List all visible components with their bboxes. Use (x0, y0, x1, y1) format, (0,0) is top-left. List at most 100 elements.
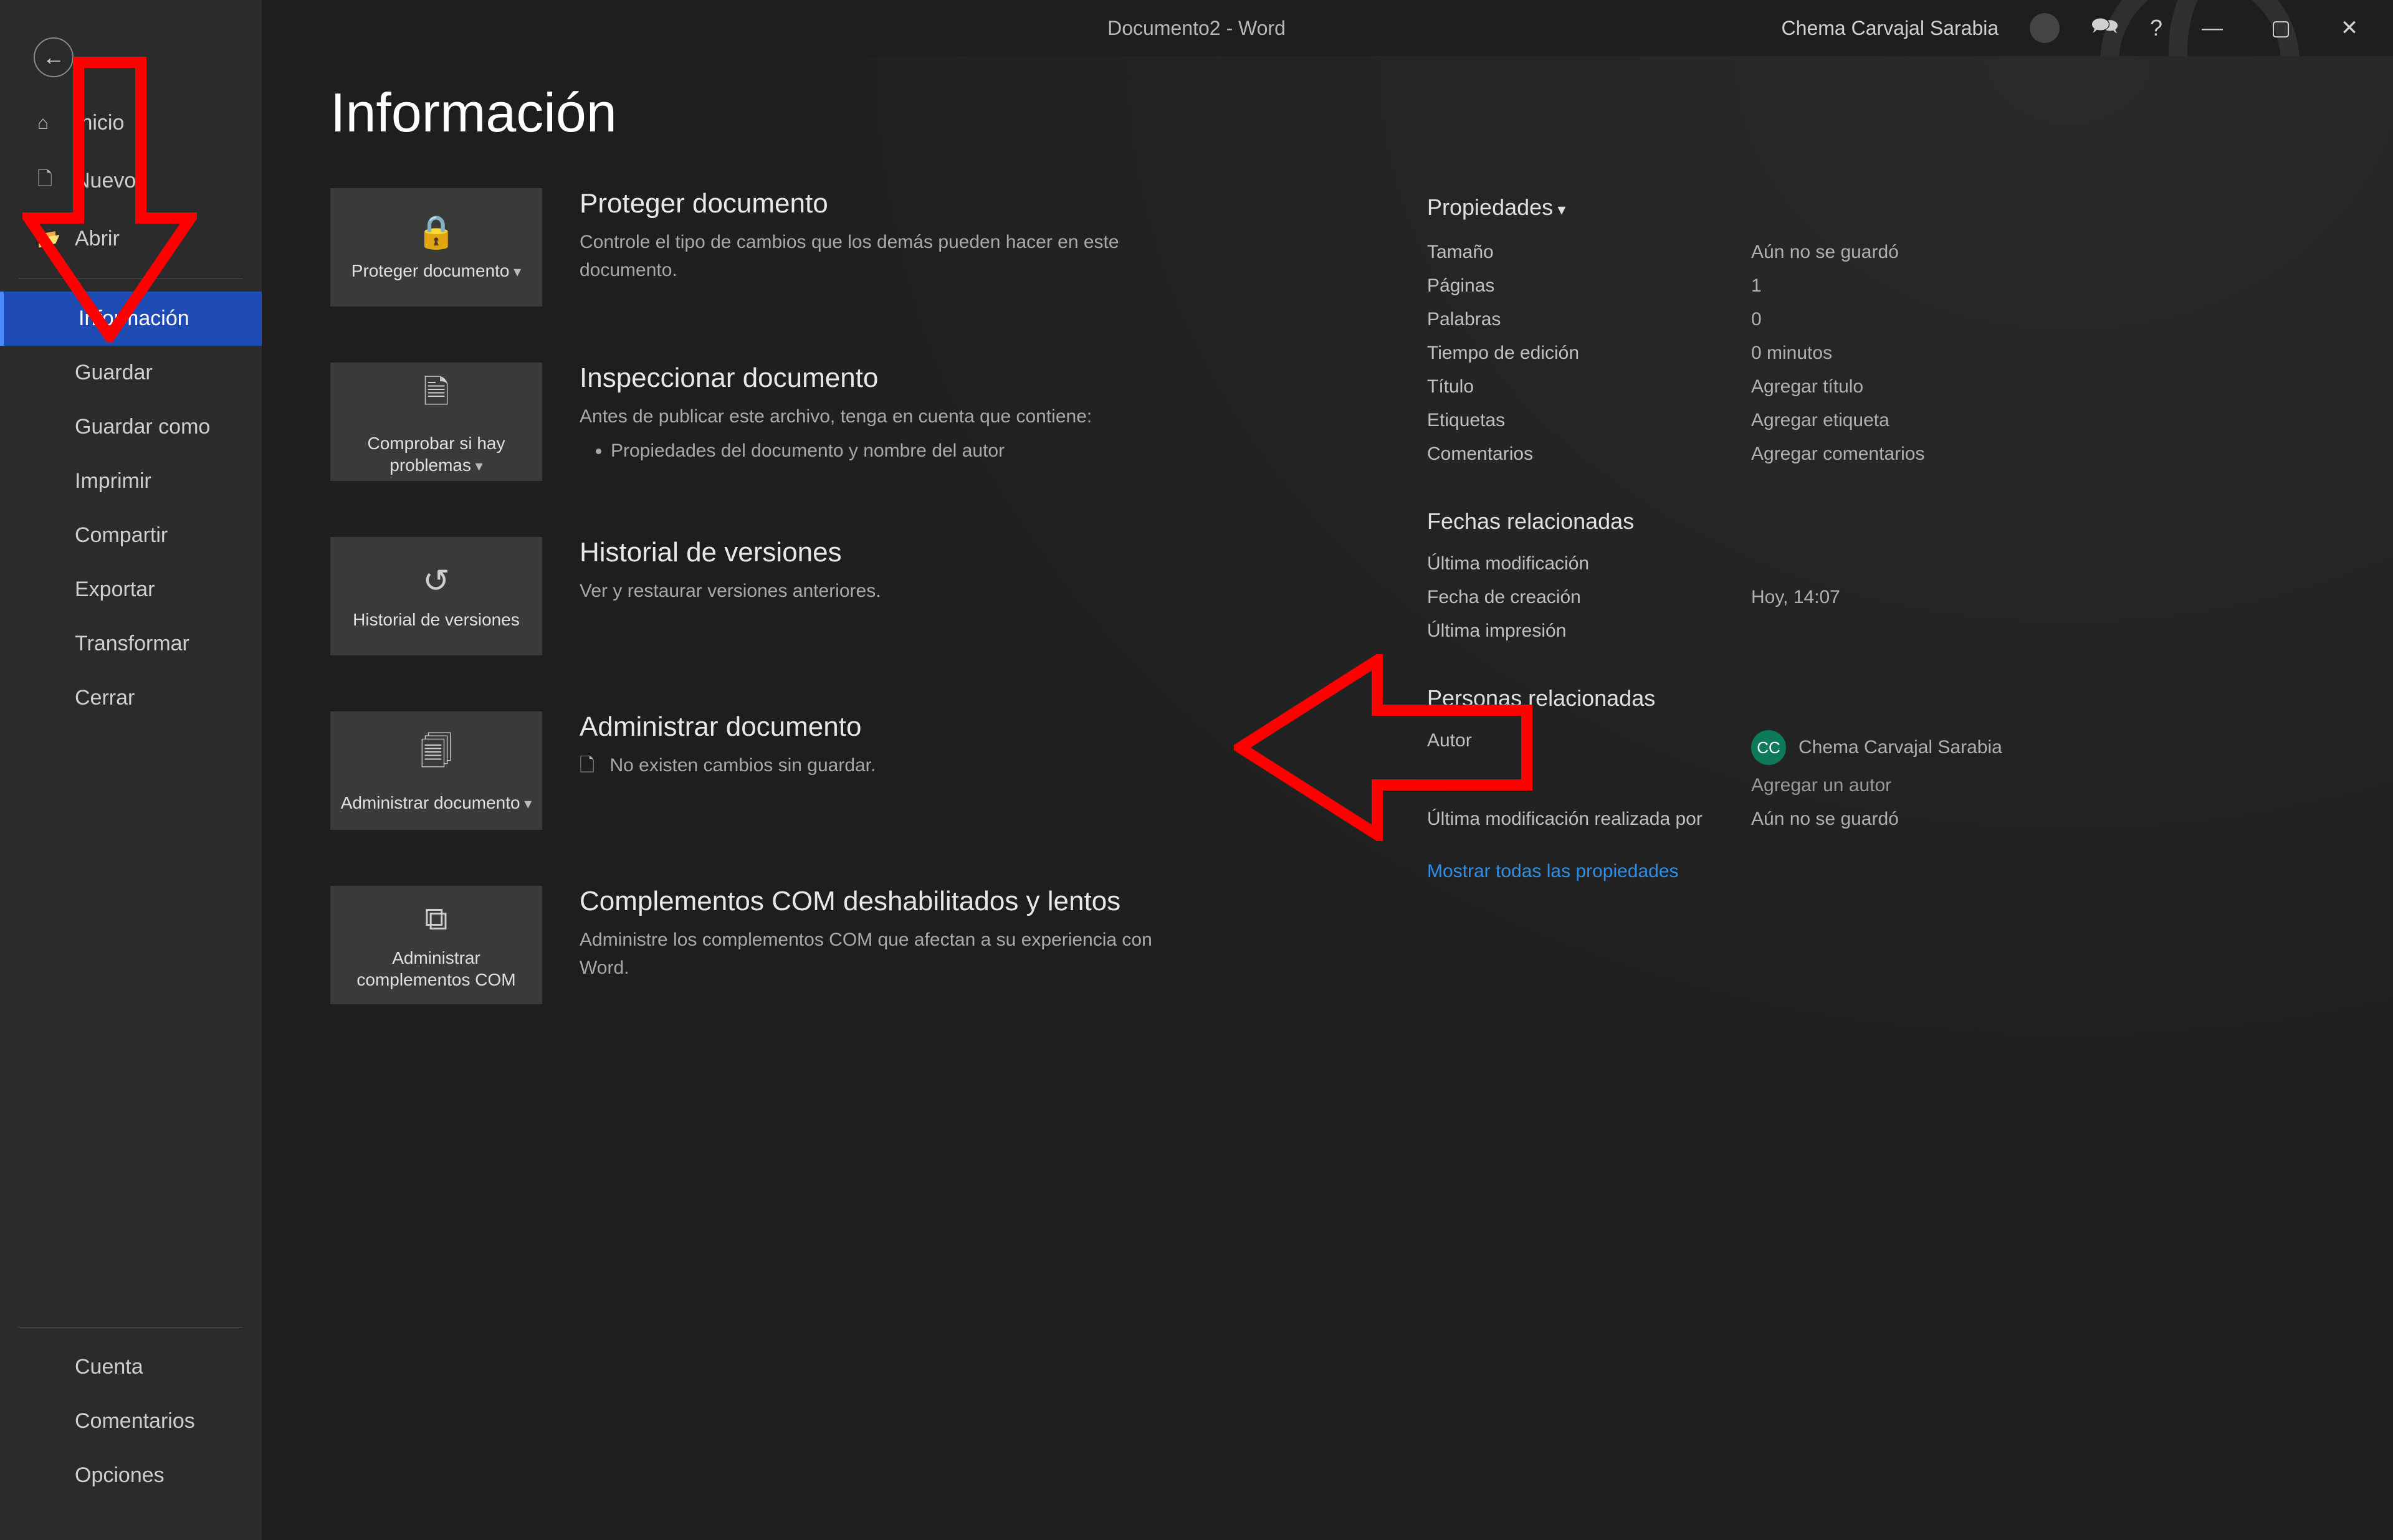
properties-pane: Propiedades TamañoAún no se guardó Págin… (1427, 188, 2343, 1060)
sidebar-item-informacion[interactable]: Información (0, 292, 262, 346)
history-icon: ↺ (423, 563, 450, 600)
sidebar-item-label: Información (79, 307, 189, 331)
document-name: Documento2 (1107, 17, 1220, 39)
sidebar-item-label: Cuenta (75, 1355, 143, 1379)
sidebar-item-label: Transformar (75, 632, 189, 656)
section-title: Inspeccionar documento (580, 363, 1092, 394)
sidebar-item-label: Exportar (75, 578, 155, 602)
home-icon: ⌂ (37, 113, 60, 134)
sidebar-item-nuevo[interactable]: 🗋 Nuevo (0, 150, 262, 212)
section-desc: Ver y restaurar versiones anteriores. (580, 577, 881, 605)
sidebar-item-compartir[interactable]: Compartir (0, 508, 262, 563)
sidebar-item-guardar[interactable]: Guardar (0, 346, 262, 400)
section-desc: Antes de publicar este archivo, tenga en… (580, 402, 1092, 465)
sidebar-item-abrir[interactable]: 📂 Abrir (0, 212, 262, 266)
section-protect: 🔒 Proteger documento Proteger documento … (330, 188, 1340, 307)
sidebar-item-label: Inicio (75, 111, 124, 135)
tile-label: Administrar complementos COM (330, 947, 542, 991)
sidebar-item-opciones[interactable]: Opciones (0, 1448, 262, 1503)
page-title: Información (330, 81, 2343, 145)
minimize-button[interactable]: — (2194, 16, 2231, 40)
sidebar-item-cerrar[interactable]: Cerrar (0, 671, 262, 725)
prop-last-mod: Última modificación (1427, 547, 2343, 581)
sidebar-item-inicio[interactable]: ⌂ Inicio (0, 96, 262, 150)
open-icon: 📂 (37, 228, 60, 250)
manage-com-addins-button[interactable]: ⧉ Administrar complementos COM (330, 886, 542, 1004)
info-panel: Información 🔒 Proteger documento Protege… (262, 56, 2393, 1540)
lock-icon: 🔒 (416, 213, 457, 251)
sidebar-item-label: Guardar como (75, 415, 210, 439)
prop-tiempo-edicion: Tiempo de edición0 minutos (1427, 336, 2343, 370)
unsaved-doc-icon: 🗋 (580, 751, 595, 779)
add-author-link[interactable]: Agregar un autor (1751, 775, 2002, 796)
help-icon[interactable]: ? (2150, 15, 2162, 41)
author-name: Chema Carvajal Sarabia (1798, 737, 2002, 758)
sidebar-divider (19, 1327, 243, 1328)
prop-etiquetas: EtiquetasAgregar etiqueta (1427, 404, 2343, 437)
prop-paginas: Páginas1 (1427, 269, 2343, 303)
prop-tamano: TamañoAún no se guardó (1427, 235, 2343, 269)
section-title: Historial de versiones (580, 537, 881, 568)
prop-author: Autor CC Chema Carvajal Sarabia Agregar … (1427, 724, 2343, 802)
maximize-button[interactable]: ▢ (2262, 16, 2300, 40)
addin-icon: ⧉ (424, 900, 447, 938)
sidebar-item-label: Guardar (75, 361, 153, 385)
back-arrow-icon: ← (42, 44, 65, 70)
sidebar-item-label: Opciones (75, 1463, 165, 1488)
section-desc: 🗋 No existen cambios sin guardar. (580, 751, 876, 779)
titlebar: Documento2 - Word Chema Carvajal Sarabia… (0, 0, 2393, 56)
section-title: Administrar documento (580, 711, 876, 743)
version-history-button[interactable]: ↺ Historial de versiones (330, 537, 542, 655)
document-icon: 🗐 (420, 728, 452, 783)
sidebar-item-label: Abrir (75, 227, 120, 251)
inspect-bullet: Propiedades del documento y nombre del a… (611, 437, 1092, 465)
account-username[interactable]: Chema Carvajal Sarabia (1782, 17, 1999, 40)
related-dates-heading: Fechas relacionadas (1427, 508, 2343, 535)
sidebar-item-label: Nuevo (75, 169, 136, 193)
manage-document-button[interactable]: 🗐 Administrar documento (330, 711, 542, 830)
feedback-icon[interactable]: 🗪 (2091, 9, 2119, 47)
close-button[interactable]: ✕ (2331, 16, 2368, 40)
section-com-addins: ⧉ Administrar complementos COM Complemen… (330, 886, 1340, 1004)
prop-last-print: Última impresión (1427, 614, 2343, 648)
prop-last-mod-by: Última modificación realizada por Aún no… (1427, 802, 2343, 836)
check-issues-button[interactable]: 🗎 Comprobar si hay problemas (330, 363, 542, 481)
sidebar-item-exportar[interactable]: Exportar (0, 563, 262, 617)
back-button[interactable]: ← (34, 37, 74, 77)
prop-comentarios: ComentariosAgregar comentarios (1427, 437, 2343, 471)
protect-document-button[interactable]: 🔒 Proteger documento (330, 188, 542, 307)
tile-label: Historial de versiones (346, 609, 526, 630)
sidebar-group-bottom: Cuenta Comentarios Opciones (0, 1314, 262, 1540)
title-separator: - (1226, 17, 1238, 39)
author-chip[interactable]: CC Chema Carvajal Sarabia (1751, 730, 2002, 765)
tile-label: Administrar documento (335, 792, 538, 814)
section-title: Proteger documento (580, 188, 1203, 219)
sidebar-item-cuenta[interactable]: Cuenta (0, 1340, 262, 1394)
tile-label: Comprobar si hay problemas (330, 432, 542, 476)
properties-heading[interactable]: Propiedades (1427, 194, 2343, 221)
sidebar-divider (19, 278, 243, 279)
account-avatar-icon[interactable] (2030, 13, 2060, 43)
new-icon: 🗋 (37, 165, 60, 197)
show-all-properties-link[interactable]: Mostrar todas las propiedades (1427, 861, 1679, 882)
sidebar-item-imprimir[interactable]: Imprimir (0, 454, 262, 508)
section-desc: Administre los complementos COM que afec… (580, 926, 1203, 982)
tile-label: Proteger documento (345, 260, 527, 282)
sidebar-item-guardar-como[interactable]: Guardar como (0, 400, 262, 454)
related-people-heading: Personas relacionadas (1427, 685, 2343, 711)
sidebar-item-comentarios[interactable]: Comentarios (0, 1394, 262, 1448)
section-desc-text: Antes de publicar este archivo, tenga en… (580, 406, 1092, 427)
section-desc-text: No existen cambios sin guardar. (609, 755, 876, 776)
sidebar-item-label: Cerrar (75, 686, 135, 710)
sidebar-item-label: Compartir (75, 523, 168, 548)
prop-palabras: Palabras0 (1427, 303, 2343, 336)
prop-created: Fecha de creaciónHoy, 14:07 (1427, 581, 2343, 614)
sidebar-item-transformar[interactable]: Transformar (0, 617, 262, 671)
sidebar-group-top: ⌂ Inicio 🗋 Nuevo 📂 Abrir (0, 96, 262, 266)
sidebar-group-mid: Información Guardar Guardar como Imprimi… (0, 292, 262, 725)
prop-titulo: TítuloAgregar título (1427, 370, 2343, 404)
section-version-history: ↺ Historial de versiones Historial de ve… (330, 537, 1340, 655)
app-name: Word (1238, 17, 1286, 39)
inspect-icon: 🗎 (423, 368, 449, 424)
sidebar-item-label: Imprimir (75, 469, 151, 493)
